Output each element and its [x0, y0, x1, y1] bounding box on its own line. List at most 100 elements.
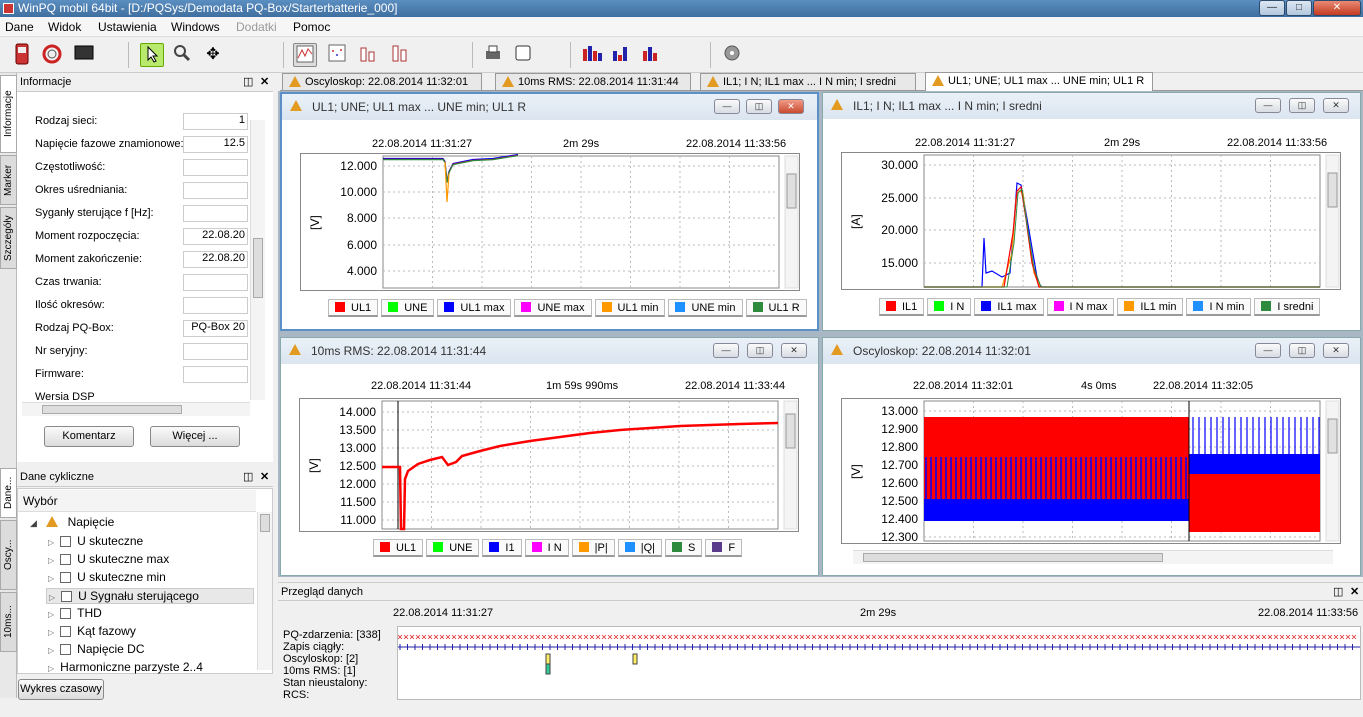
side-tab-marker[interactable]: Marker	[0, 155, 17, 205]
menu-pomoc[interactable]: Pomoc	[293, 20, 330, 34]
legend-item[interactable]: I N min	[1186, 298, 1252, 316]
tree-item[interactable]: ▷ U skuteczne	[48, 534, 143, 548]
tree-checkbox[interactable]	[60, 644, 72, 656]
legend-item[interactable]: I1	[482, 539, 522, 557]
expand-arrow-icon[interactable]: ▷	[48, 646, 54, 655]
export-icon[interactable]	[511, 43, 535, 67]
menu-dodatki[interactable]: Dodatki	[236, 20, 277, 34]
tree-item[interactable]: ▷ Kąt fazowy	[48, 624, 136, 638]
legend-item[interactable]: UL1 R	[745, 299, 807, 317]
tree-vscroll[interactable]	[257, 512, 272, 670]
legend-item[interactable]: UL1	[373, 539, 424, 557]
menu-dane[interactable]: Dane	[5, 20, 34, 34]
print-icon[interactable]	[481, 43, 505, 67]
zoom-icon[interactable]	[170, 43, 194, 67]
plot-area[interactable]: 12.000 10.000 8.000 6.000 4.000 [V]	[300, 153, 800, 291]
doc-tab-10ms[interactable]: 10ms RMS: 22.08.2014 11:31:44	[495, 73, 691, 90]
refresh-icon[interactable]	[40, 43, 64, 67]
move-icon[interactable]: ✥	[201, 43, 225, 67]
legend-item[interactable]: UL1 max	[437, 299, 512, 317]
chart-scatter-icon[interactable]	[325, 43, 349, 67]
legend-item[interactable]: I N max	[1046, 298, 1115, 316]
more-button[interactable]: Więcej ...	[150, 426, 240, 447]
tree-checkbox[interactable]	[60, 554, 72, 566]
legend-item[interactable]: IL1 min	[1117, 298, 1184, 316]
tree-item[interactable]: ▷ U Sygnału sterującego	[46, 588, 254, 604]
legend-item[interactable]: |Q|	[617, 539, 663, 557]
undock-icon[interactable]: ◫	[243, 470, 253, 483]
maximize-button[interactable]: □	[1286, 0, 1312, 16]
osc-hscroll[interactable]	[853, 550, 1333, 564]
chart-bar-icon[interactable]	[356, 43, 380, 67]
legend-item[interactable]: |P|	[571, 539, 615, 557]
tree-checkbox[interactable]	[60, 626, 72, 638]
chart-compare-icon[interactable]	[388, 43, 412, 67]
close-icon[interactable]: ✕	[260, 470, 269, 483]
expand-arrow-icon[interactable]: ▷	[48, 574, 54, 583]
tree-item[interactable]: ▷ THD	[48, 606, 102, 620]
chart-line-icon[interactable]	[293, 43, 317, 67]
overview-timeline[interactable]	[397, 626, 1361, 700]
window-restore-button[interactable]: ◫	[746, 99, 772, 114]
tree-item[interactable]: ▷ U skuteczne min	[48, 570, 166, 584]
undock-icon[interactable]: ◫	[243, 75, 253, 88]
side-tab-informacje[interactable]: Informacje	[0, 75, 17, 153]
window-minimize-button[interactable]: —	[714, 99, 740, 114]
legend-item[interactable]: UNE	[426, 539, 480, 557]
close-button[interactable]: ✕	[1313, 0, 1361, 16]
tree-root-napiecie[interactable]: ◢ Napięcie	[30, 515, 114, 529]
side-tab-dane[interactable]: Dane...	[0, 468, 17, 518]
comment-button[interactable]: Komentarz	[44, 426, 134, 447]
info-hscroll[interactable]	[22, 402, 250, 416]
close-icon[interactable]: ✕	[260, 75, 269, 88]
window-minimize-button[interactable]: —	[1255, 343, 1281, 358]
monitor-icon[interactable]	[72, 43, 96, 67]
menu-windows[interactable]: Windows	[171, 20, 220, 34]
window-minimize-button[interactable]: —	[1255, 98, 1281, 113]
tree-item[interactable]: ▷ Napięcie DC	[48, 642, 145, 656]
plot-area[interactable]: 30.000 25.000 20.000 15.000 [A]	[841, 152, 1341, 290]
window-close-button[interactable]: ✕	[778, 99, 804, 114]
legend-item[interactable]: I sredni	[1254, 298, 1321, 316]
harmonics-i-icon[interactable]	[640, 43, 664, 67]
doc-tab-oscyloskop[interactable]: Oscyloskop: 22.08.2014 11:32:01	[282, 73, 482, 90]
tree-item[interactable]: ▷ U skuteczne max	[48, 552, 169, 566]
legend-item[interactable]: I N	[524, 539, 569, 557]
window-close-button[interactable]: ✕	[1323, 343, 1349, 358]
legend-item[interactable]: UL1 min	[594, 299, 666, 317]
legend-item[interactable]: S	[665, 539, 703, 557]
window-close-button[interactable]: ✕	[1323, 98, 1349, 113]
legend-item[interactable]: IL1 max	[974, 298, 1044, 316]
timeline-button[interactable]: Wykres czasowy	[18, 679, 104, 700]
side-tab-oscyloskop[interactable]: Oscy...	[0, 520, 17, 590]
expand-arrow-icon[interactable]: ▷	[48, 610, 54, 619]
window-restore-button[interactable]: ◫	[1289, 343, 1315, 358]
plot-area[interactable]: 13.000 12.900 12.800 12.700 12.600 12.500 12.4…	[841, 398, 1341, 544]
info-vscroll[interactable]	[250, 120, 265, 400]
window-close-button[interactable]: ✕	[781, 343, 807, 358]
legend-item[interactable]: F	[705, 539, 743, 557]
minimize-button[interactable]: —	[1259, 0, 1285, 16]
side-tab-szczegoly[interactable]: Szczegóły	[0, 207, 17, 269]
tree-checkbox[interactable]	[61, 591, 73, 603]
window-restore-button[interactable]: ◫	[1289, 98, 1315, 113]
tree-item[interactable]: ▷ Harmoniczne parzyste 2..4	[48, 660, 203, 674]
tree-checkbox[interactable]	[60, 536, 72, 548]
expand-arrow-icon[interactable]: ▷	[48, 556, 54, 565]
window-minimize-button[interactable]: —	[713, 343, 739, 358]
doc-tab-voltages[interactable]: UL1; UNE; UL1 max ... UNE min; UL1 R	[925, 72, 1153, 91]
tree-checkbox[interactable]	[60, 572, 72, 584]
doc-tab-currents[interactable]: IL1; I N; IL1 max ... I N min; I sredni	[700, 73, 916, 90]
legend-item[interactable]: UNE max	[514, 299, 592, 317]
plot-area[interactable]: 14.000 13.500 13.000 12.500 12.000 11.500 11.0…	[299, 398, 799, 532]
close-icon[interactable]: ✕	[1350, 585, 1359, 598]
legend-item[interactable]: UL1	[328, 299, 379, 317]
harmonics-u-icon[interactable]	[610, 43, 634, 67]
side-tab-10ms[interactable]: 10ms...	[0, 592, 17, 652]
expand-arrow-icon[interactable]: ▷	[48, 538, 54, 547]
window-restore-button[interactable]: ◫	[747, 343, 773, 358]
menu-ustawienia[interactable]: Ustawienia	[98, 20, 157, 34]
harmonics-icon[interactable]	[580, 43, 604, 67]
expand-arrow-icon[interactable]: ▷	[49, 593, 55, 602]
legend-item[interactable]: IL1	[879, 298, 925, 316]
